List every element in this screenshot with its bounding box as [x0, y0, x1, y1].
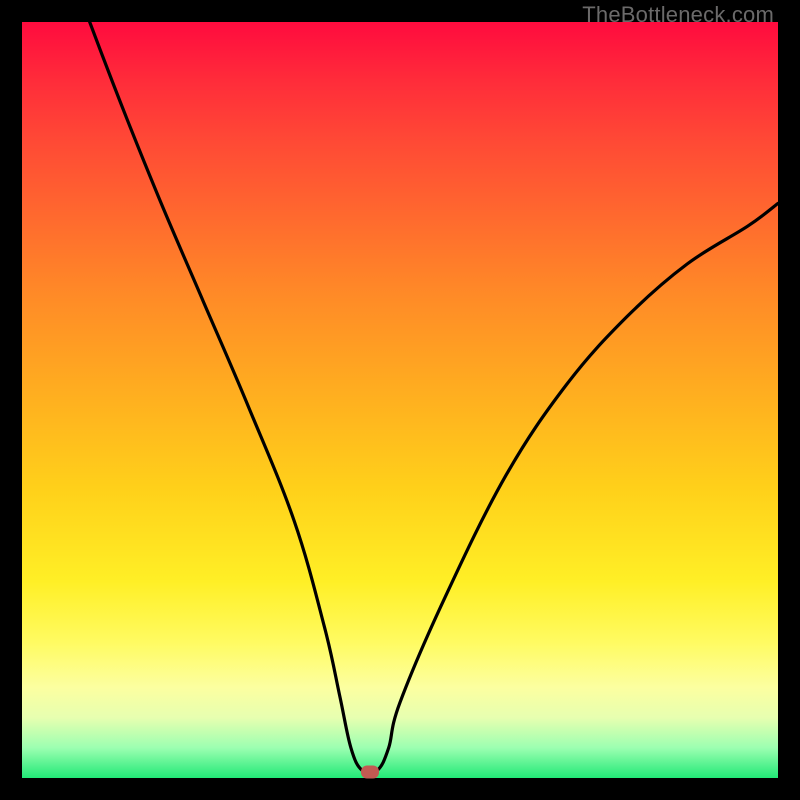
plot-area [22, 22, 778, 778]
curve-svg [22, 22, 778, 778]
min-marker [361, 765, 379, 778]
bottleneck-curve [22, 22, 778, 773]
chart-frame: TheBottleneck.com [0, 0, 800, 800]
